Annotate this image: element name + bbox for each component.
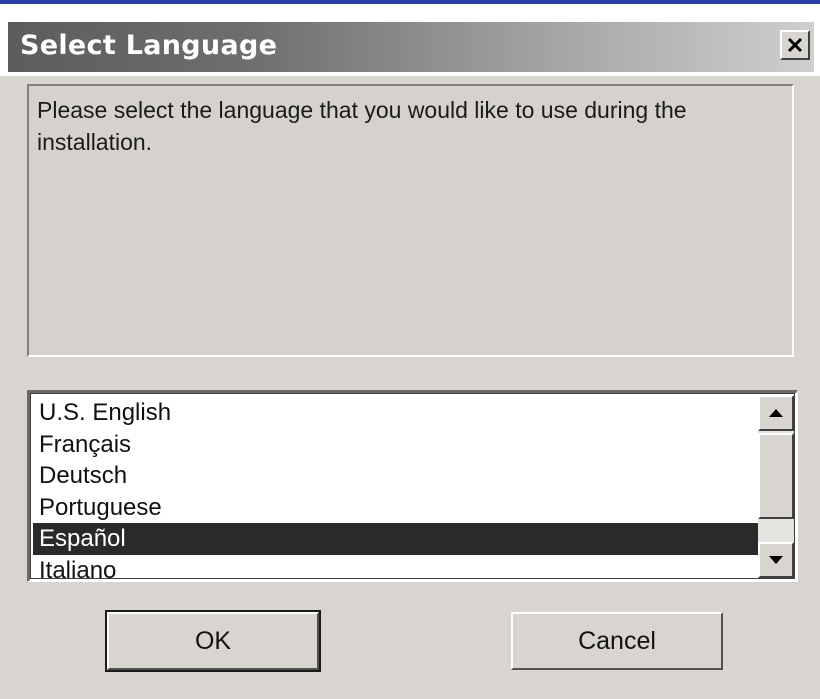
list-item-espanol[interactable]: Español — [33, 523, 759, 555]
list-item-francais[interactable]: Français — [33, 429, 759, 461]
language-list: U.S. English Français Deutsch Portuguese… — [33, 397, 759, 586]
close-icon — [787, 37, 803, 53]
scroll-down-button[interactable] — [758, 542, 794, 578]
arrow-up-icon — [769, 409, 783, 417]
list-item-us-english[interactable]: U.S. English — [33, 397, 759, 429]
scrollbar-thumb[interactable] — [758, 433, 794, 519]
close-button[interactable] — [780, 30, 810, 60]
title-bar-area: Select Language — [0, 4, 820, 76]
ok-button[interactable]: OK — [105, 610, 321, 672]
list-item-portuguese[interactable]: Portuguese — [33, 492, 759, 524]
select-language-dialog: Select Language Please select the langua… — [0, 0, 820, 699]
arrow-down-icon — [769, 556, 783, 564]
cancel-button[interactable]: Cancel — [511, 612, 723, 670]
language-listbox[interactable]: U.S. English Français Deutsch Portuguese… — [27, 390, 798, 584]
scroll-up-button[interactable] — [758, 395, 794, 431]
prompt-panel: Please select the language that you woul… — [27, 84, 794, 357]
list-item-italiano[interactable]: Italiano — [33, 555, 759, 587]
dialog-title: Select Language — [20, 30, 278, 61]
prompt-text: Please select the language that you woul… — [37, 97, 687, 155]
list-item-deutsch[interactable]: Deutsch — [33, 460, 759, 492]
vertical-scrollbar[interactable] — [758, 395, 794, 578]
title-bar[interactable]: Select Language — [8, 22, 814, 72]
